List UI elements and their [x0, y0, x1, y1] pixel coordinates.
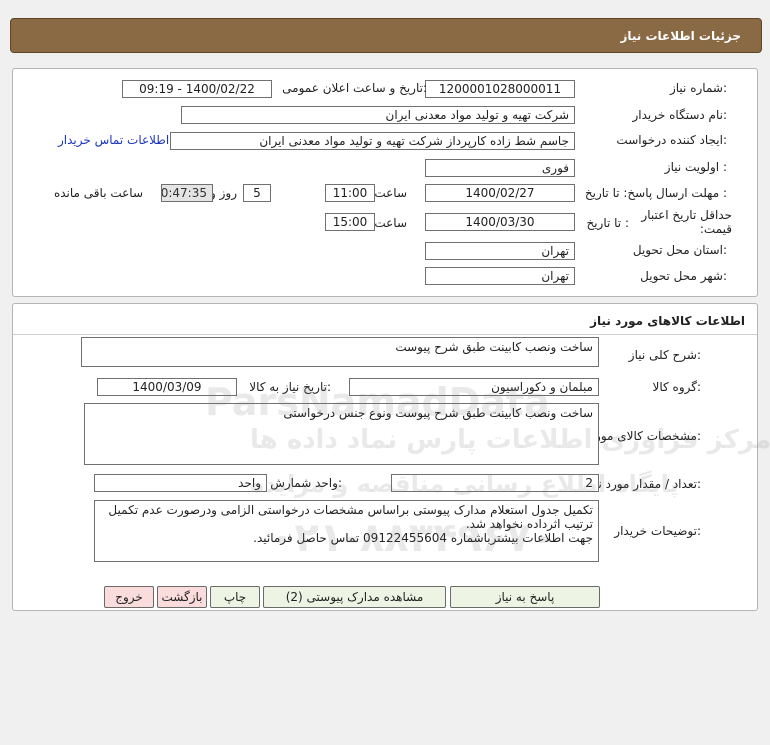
print-button[interactable]: چاپ	[210, 586, 260, 608]
need-date-field: 1400/03/09	[97, 378, 237, 396]
priority-label: اولویت نیاز :	[664, 160, 727, 174]
deadline-time-label: ساعت	[374, 186, 407, 200]
goods-group-label: گروه کالا:	[652, 380, 702, 394]
validity-date-field: 1400/03/30	[425, 213, 575, 231]
buyer-contact-link[interactable]: اطلاعات تماس خریدار	[58, 133, 169, 147]
delivery-city-field: تهران	[425, 267, 575, 285]
reply-to-need-button[interactable]: پاسخ به نیاز	[450, 586, 600, 608]
summary-field: ساخت ونصب کابینت طبق شرح پیوست	[81, 337, 599, 367]
days-label: روز و	[210, 186, 237, 200]
deadline-time-field: 11:00	[325, 184, 375, 202]
requester-label: ایجاد کننده درخواست:	[616, 133, 727, 147]
page-header-bar: جزئیات اطلاعات نیاز	[10, 18, 762, 53]
need-number-field: 1200001028000011	[425, 80, 575, 98]
deadline-label: مهلت ارسال پاسخ: تا تاریخ :	[584, 186, 727, 200]
priority-field: فوری	[425, 159, 575, 177]
page-title: جزئیات اطلاعات نیاز	[620, 29, 741, 43]
requester-field: جاسم شط زاده کارپرداز شرکت تهیه و تولید …	[170, 132, 575, 150]
goods-section-title: اطلاعات کالاهای مورد نیاز	[590, 314, 745, 328]
delivery-province-label: استان محل تحویل:	[632, 243, 727, 257]
view-attachments-button[interactable]: مشاهده مدارک پیوستی (2)	[263, 586, 446, 608]
validity-time-label: ساعت	[374, 216, 407, 230]
buyer-notes-field: تکمیل جدول استعلام مدارک پیوستی براساس م…	[94, 500, 599, 562]
spec-field: ساخت ونصب کابینت طبق شرح پیوست ونوع جنس …	[84, 403, 599, 465]
price-validity-label: حداقل تاریخ اعتبار قیمت:	[641, 208, 732, 236]
deadline-date-field: 1400/02/27	[425, 184, 575, 202]
remaining-days-field: 5	[243, 184, 271, 202]
unit-label: واحد شمارش:	[270, 476, 342, 490]
buyer-notes-label: توضیحات خریدار:	[614, 524, 701, 538]
need-info-panel: شماره نیاز: 1200001028000011 تاریخ و ساع…	[12, 68, 758, 297]
remaining-time-field: 00:47:35	[161, 184, 213, 202]
quantity-label: تعداد / مقدار مورد نیاز:	[585, 477, 701, 491]
buyer-notes-line-2: جهت اطلاعات بیشترباشماره 09122455604 تما…	[253, 531, 593, 545]
announce-datetime-field: 1400/02/22 - 09:19	[122, 80, 272, 98]
buyer-notes-line-1: تکمیل جدول استعلام مدارک پیوستی براساس م…	[108, 503, 593, 531]
back-button[interactable]: بازگشت	[157, 586, 207, 608]
buyer-org-label: نام دستگاه خریدار:	[632, 108, 728, 122]
need-date-label: تاریخ نیاز به کالا:	[249, 380, 331, 394]
announce-datetime-label: تاریخ و ساعت اعلان عمومی:	[282, 81, 427, 95]
remaining-time-label: ساعت باقی مانده	[53, 186, 143, 200]
validity-to-date-label: تا تاریخ :	[586, 216, 629, 230]
summary-label: شرح کلی نیاز:	[628, 348, 701, 362]
goods-group-field: مبلمان و دکوراسیون	[349, 378, 599, 396]
unit-field: واحد	[94, 474, 267, 492]
goods-info-panel: اطلاعات کالاهای مورد نیاز شرح کلی نیاز: …	[12, 303, 758, 611]
need-number-label: شماره نیاز:	[669, 81, 727, 95]
validity-time-field: 15:00	[325, 213, 375, 231]
exit-button[interactable]: خروج	[104, 586, 154, 608]
section-divider	[13, 334, 757, 335]
delivery-province-field: تهران	[425, 242, 575, 260]
delivery-city-label: شهر محل تحویل:	[640, 269, 727, 283]
buyer-org-field: شرکت تهیه و تولید مواد معدنی ایران	[181, 106, 575, 124]
quantity-field: 2	[391, 474, 599, 492]
